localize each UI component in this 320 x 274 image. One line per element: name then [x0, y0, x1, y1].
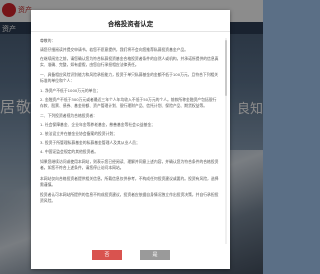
reject-button[interactable]: 否 — [92, 250, 122, 260]
dialog-paragraph: 3. 投资于所管理私募基金的私募基金管理人及其从业人员； — [40, 140, 140, 146]
dialog-paragraph: 在继续阅览之前，请您确认您为符合私募投资基金合格投资者条件的自然人或机构，并承诺… — [40, 56, 219, 68]
dialog-paragraph: 2. 金融资产不低于300万元或者最近三年个人年均收入不低于50万元的个人。前款… — [40, 96, 217, 108]
dialog-paragraph: 如果您继续访问或使用本网站，则表示您已经阅读、理解并同意上述内容，并确认您为符合… — [40, 159, 219, 171]
dialog-title-divider — [31, 31, 230, 32]
dialog-paragraph: 投资者认可本网站所提供的信息不构成投资建议，投资者应依据自身情况独立作出投资决策… — [40, 191, 219, 203]
dialog-paragraph: 尊敬的： — [40, 38, 56, 43]
dialog-paragraph: 本网站仅向合格投资者提供相关信息，所载信息仅供参考，不构成任何投资建议或要约。投… — [40, 175, 219, 187]
dialog-paragraph: 2. 依法设立并在基金业协会备案的投资计划； — [40, 131, 117, 137]
dialog-paragraph: 二、下列投资者视为合格投资者： — [40, 112, 97, 118]
dialog-paragraph: 1. 社会保障基金、企业年金等养老基金，慈善基金等社会公益基金； — [40, 121, 155, 127]
qualified-investor-dialog: 合格投资者认定 尊敬的： 请您仔细阅读并提交申请书。若您不愿意提供，我们将不会向… — [31, 10, 230, 269]
dialog-paragraph: 请您仔细阅读并提交申请书。若您不愿意提供，我们将不会向您推荐私募投资基金产品。 — [40, 47, 189, 53]
dialog-title: 合格投资者认定 — [107, 20, 154, 28]
dialog-paragraph: 一、具备相应风险识别能力和风险承担能力，投资于单只私募基金的金额不低于100万元… — [40, 72, 219, 84]
dialog-body[interactable]: 尊敬的： 请您仔细阅读并提交申请书。若您不愿意提供，我们将不会向您推荐私募投资基… — [40, 38, 220, 244]
dialog-paragraph: 1. 净资产不低于1000万元的单位； — [40, 87, 101, 93]
accept-button[interactable]: 是 — [140, 250, 170, 260]
dialog-scrollbar-thumb[interactable] — [225, 40, 227, 96]
dialog-paragraph: 4. 中国证监会规定的其他投资者。 — [40, 149, 98, 155]
